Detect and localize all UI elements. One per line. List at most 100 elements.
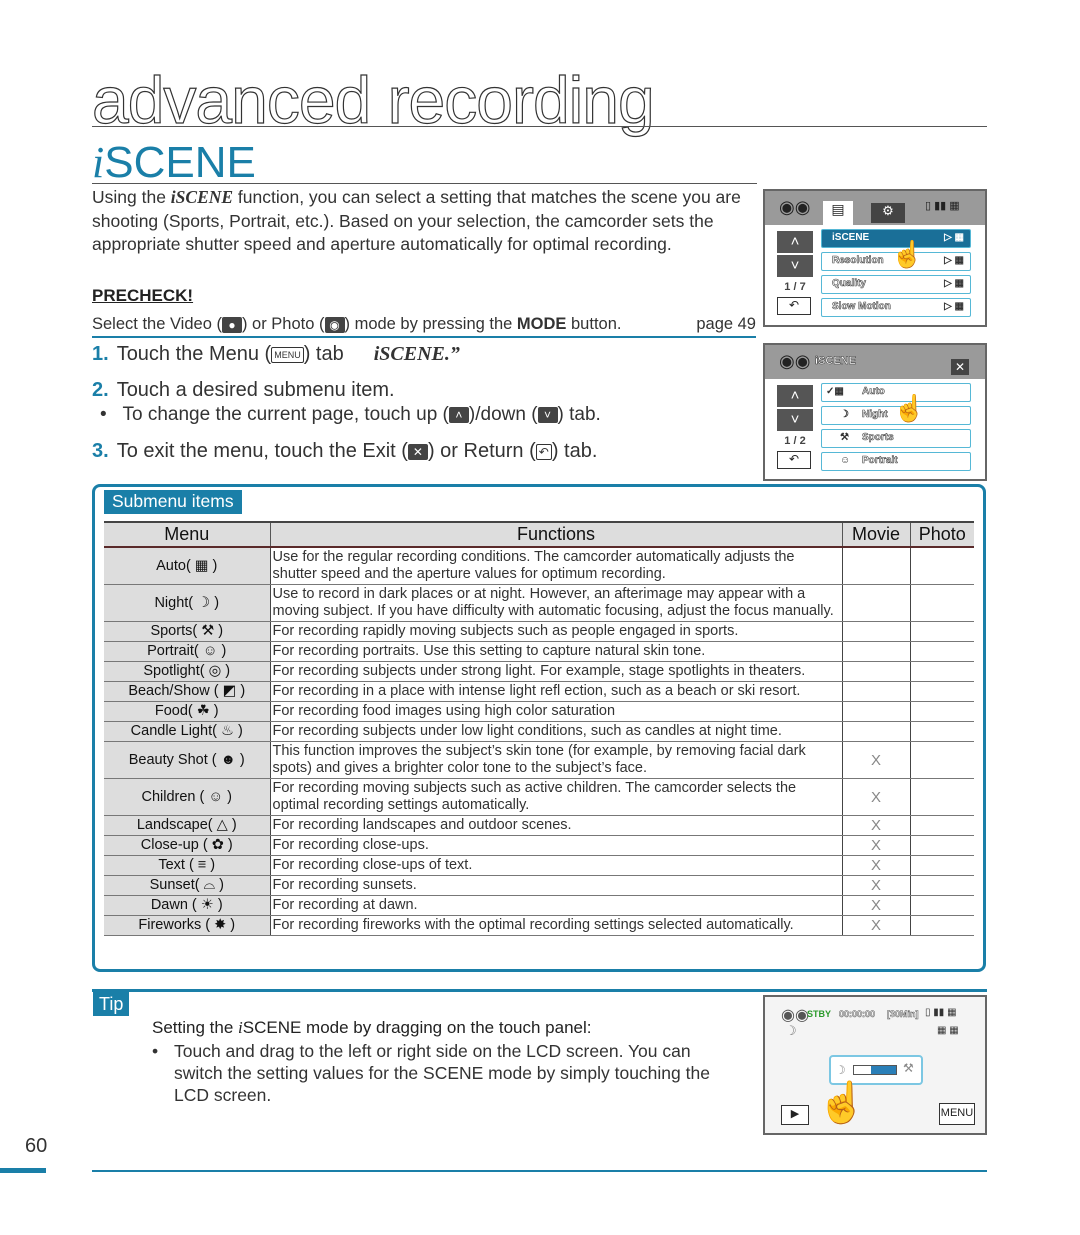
exit-button-close-icon[interactable]: ✕ [951,359,969,375]
lcd-scene-item[interactable]: ⚒ Sports [821,429,971,448]
lcd-scene-screen: ◉◉ iSCENE ✕ ˄ ˅ 1 / 2 ↶ ✓▦ Auto ☽ Night ⚒ S… [763,343,987,481]
chevron-right-icon: ▷ ▦ [944,301,964,312]
cell-photo [909,855,974,876]
table-row: Portrait( ☺ ) For recording portraits. Us… [104,641,974,662]
cell-menu: Sports( ⚒ ) [104,621,270,642]
cell-fn: For recording close-ups of text. [269,855,842,876]
cell-movie: X [841,741,910,779]
cell-fn: For recording landscapes and outdoor sce… [269,815,842,836]
cell-photo [909,621,974,642]
storage-battery-icons: ▯ ▮▮ ▦ [925,1007,957,1018]
sports-icon: ⚒ [903,1061,914,1075]
tip-heading: Setting the iSCENE mode by dragging on t… [152,1018,591,1038]
cell-menu: Portrait( ☺ ) [104,641,270,662]
lcd-menu-screen: ◉◉ ▤ ⚙ ▯ ▮▮ ▦ ˄ ˅ 1 / 7 ↶ iSCENE ▷ ▦ Reso… [763,189,987,327]
bullet-text: ) tab. [557,404,601,425]
cell-fn: For recording in a place with intense li… [269,681,842,702]
cell-fn: This function improves the subject’s ski… [269,741,842,779]
page-reference[interactable]: page 49 [696,315,756,334]
checkmark-icon: ✓▦ [826,386,844,397]
tip-label: Tip [93,992,130,1016]
menu-icon: MENU [271,346,304,363]
page-number-bar [0,1168,46,1173]
table-row: Landscape( △ ) For recording landscapes a… [104,815,974,836]
lcd-scene-nav: ˄ ˅ 1 / 2 ↶ [777,385,813,469]
page-down-button[interactable]: ˅ [777,255,813,277]
precheck-text-part: ) or Photo ( [241,315,325,333]
page-down-button[interactable]: ˅ [777,409,813,431]
cell-photo [909,895,974,916]
cell-fn: For recording sunsets. [269,875,842,896]
header-photo: Photo [909,521,974,548]
cell-fn: For recording food images using high col… [269,701,842,722]
playback-button[interactable]: ▶ [781,1105,809,1125]
cell-menu: Dawn ( ☀ ) [104,895,270,916]
lcd-scene-item-label: Portrait [862,455,898,467]
menu-button[interactable]: MENU [939,1103,975,1125]
lcd-menu-item[interactable]: Slow Motion ▷ ▦ [821,298,971,317]
lcd-menu-nav: ˄ ˅ 1 / 7 ↶ [777,231,813,315]
exit-icon: ✕ [407,443,428,460]
chapter-rule [92,126,987,127]
lcd-scene-item-label: Auto [862,386,885,398]
lcd-scene-title: iSCENE [815,355,856,368]
video-camera-icon: ● [221,316,242,333]
lcd-menu-item-label: Resolution [832,255,884,267]
cell-movie [841,584,910,622]
submenu-table: Menu Functions Movie Photo Auto( ▦ ) Use … [104,521,974,936]
step-3: 3. To exit the menu, touch the Exit (✕) o… [92,440,597,463]
cell-movie: X [841,875,910,896]
precheck-title: PRECHECK! [92,286,194,305]
precheck-text-part: button. [566,315,622,333]
return-button[interactable]: ↶ [777,451,811,469]
settings-tab-gear-icon[interactable]: ⚙ [871,203,905,223]
night-icon: ☽ [835,1063,846,1077]
lcd-scene-item[interactable]: ☺ Portrait [821,452,971,471]
table-row: Close-up ( ✿ ) For recording close-ups. X [104,835,974,856]
table-row: Text ( ≡ ) For recording close-ups of tex… [104,855,974,876]
cell-menu: Beauty Shot ( ☻ ) [104,741,270,779]
night-mode-icon: ☽ [785,1023,797,1038]
sports-icon: ⚒ [840,432,849,443]
step-text: To exit the menu, touch the Exit ( [116,440,408,462]
cell-movie: X [841,915,910,936]
finger-drag-icon: ☝ [817,1081,867,1125]
cell-photo [909,915,974,936]
lcd-menu-item-label: Quality [832,278,867,290]
return-button[interactable]: ↶ [777,297,811,315]
intro-paragraph: Using the iSCENE function, you can selec… [92,186,762,257]
cell-menu: Sunset( ⌓ ) [104,875,270,896]
remaining-time: [30Min] [887,1009,919,1020]
page-up-button[interactable]: ˄ [777,385,813,407]
cell-menu: Night( ☽ ) [104,584,270,622]
table-row: Beauty Shot ( ☻ ) This function improves … [104,741,974,779]
slider-track[interactable] [853,1065,897,1075]
step-1: 1. Touch the Menu (MENU) tab iSCENE.” [92,343,460,366]
cell-menu: Candle Light( ♨ ) [104,721,270,742]
table-row: Children ( ☺ ) For recording moving subje… [104,778,974,816]
night-icon: ☽ [840,409,849,420]
cell-menu: Auto( ▦ ) [104,547,270,585]
cell-photo [909,681,974,702]
lcd-menu-item[interactable]: Quality ▷ ▦ [821,275,971,294]
return-icon: ↶ [535,443,552,460]
step-text: Touch the Menu ( [116,343,272,365]
bullet-text: )/down ( [468,404,538,425]
table-row: Spotlight( ◎ ) For recording subjects und… [104,661,974,682]
cell-photo [909,547,974,585]
table-row: Food( ☘ ) For recording food images using… [104,701,974,722]
lcd-scene-item-label: Night [862,409,888,421]
cell-movie [841,701,910,722]
cell-movie: X [841,778,910,816]
cell-photo [909,661,974,682]
cell-fn: For recording fireworks with the optimal… [269,915,842,936]
tip-bullet-text: Touch and drag to the left or right side… [174,1041,710,1105]
cell-movie: X [841,895,910,916]
section-title-rest: SCENE [104,138,256,187]
chevron-right-icon: ▷ ▦ [944,232,964,243]
page-up-button[interactable]: ˄ [777,231,813,253]
tip-bullet: • Touch and drag to the left or right sid… [152,1040,742,1106]
step-2: 2. Touch a desired submenu item. [92,379,395,402]
menu-tab[interactable]: ▤ [823,201,853,225]
cell-fn: For recording subjects under strong ligh… [269,661,842,682]
